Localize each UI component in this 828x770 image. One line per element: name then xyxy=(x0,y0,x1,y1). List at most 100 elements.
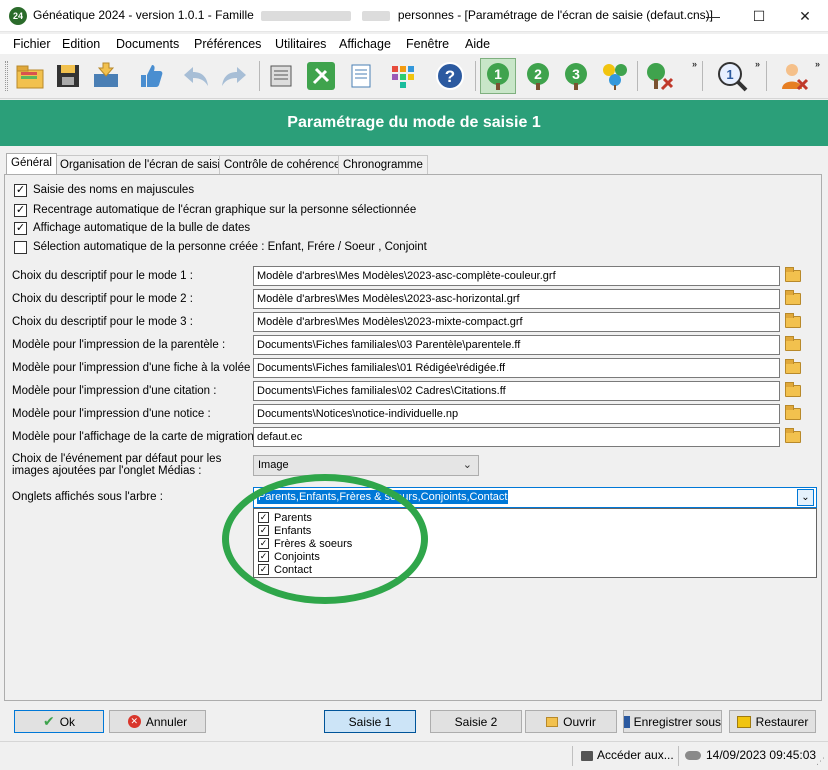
open-folder-icon[interactable] xyxy=(12,58,48,94)
tree-tools-icon[interactable] xyxy=(641,58,677,94)
menu-bar: Fichier Edition Documents Préférences Ut… xyxy=(0,34,828,54)
open-button[interactable]: Ouvrir xyxy=(525,710,617,733)
folder-browse-icon[interactable] xyxy=(783,427,803,447)
toolbar-overflow-chevron[interactable]: » xyxy=(692,59,697,69)
menu-edition[interactable]: Edition xyxy=(62,37,100,51)
checkbox-box[interactable]: ✓ xyxy=(258,551,269,562)
tree-mode-2-icon[interactable]: 2 xyxy=(520,58,556,94)
cancel-button[interactable]: ✕ Annuler xyxy=(109,710,206,733)
tools-icon[interactable] xyxy=(303,58,339,94)
menu-utilitaires[interactable]: Utilitaires xyxy=(275,37,326,51)
tab-chronogramme[interactable]: Chronogramme xyxy=(338,155,428,174)
tree-tabs-value: Parents,Enfants,Frères & soeurs,Conjoint… xyxy=(257,490,509,504)
option-enfants[interactable]: ✓ Enfants xyxy=(258,524,311,537)
checkbox-box[interactable]: ✓ xyxy=(258,525,269,536)
saisie2-button[interactable]: Saisie 2 xyxy=(430,710,522,733)
restore-button[interactable]: Restaurer xyxy=(729,710,816,733)
help-icon[interactable]: ? xyxy=(432,58,468,94)
folder-browse-icon[interactable] xyxy=(783,381,803,401)
descriptif-mode1-input[interactable]: Modèle d'arbres\Mes Modèles\2023-asc-com… xyxy=(253,266,780,286)
tree-tabs-combo[interactable]: Parents,Enfants,Frères & soeurs,Conjoint… xyxy=(253,487,817,508)
field-label-mode3: Choix du descriptif pour le mode 3 : xyxy=(12,316,193,328)
menu-affichage[interactable]: Affichage xyxy=(339,37,391,51)
descriptif-mode2-input[interactable]: Modèle d'arbres\Mes Modèles\2023-asc-hor… xyxy=(253,289,780,309)
folder-browse-icon[interactable] xyxy=(783,335,803,355)
tab-general[interactable]: Général xyxy=(6,153,57,174)
toolbar-overflow-chevron[interactable]: » xyxy=(755,59,760,69)
checkbox-box[interactable]: ✓ xyxy=(14,203,27,217)
checkbox-box[interactable]: ✓ xyxy=(258,564,269,575)
citation-template-input[interactable]: Documents\Fiches familiales\02 Cadres\Ci… xyxy=(253,381,780,401)
tree-mode-2-number: 2 xyxy=(534,66,542,82)
toolbar-overflow-chevron[interactable]: » xyxy=(815,59,820,69)
folder-browse-icon[interactable] xyxy=(783,289,803,309)
notice-template-input[interactable]: Documents\Notices\notice-individuelle.np xyxy=(253,404,780,424)
checkbox-box[interactable]: ✓ xyxy=(14,221,27,235)
menu-preferences[interactable]: Préférences xyxy=(194,37,261,51)
folder-browse-icon[interactable] xyxy=(783,266,803,286)
checkbox-auto-recenter[interactable]: ✓ Recentrage automatique de l'écran grap… xyxy=(14,202,416,218)
option-parents[interactable]: ✓ Parents xyxy=(258,511,312,524)
menu-aide[interactable]: Aide xyxy=(465,37,490,51)
ok-button[interactable]: ✔ Ok xyxy=(14,710,104,733)
option-conjoints[interactable]: ✓ Conjoints xyxy=(258,550,320,563)
title-bar: 24 Généatique 2024 - version 1.0.1 - Fam… xyxy=(0,0,828,32)
toolbar-separator xyxy=(475,61,476,91)
folder-browse-icon[interactable] xyxy=(783,312,803,332)
checkbox-auto-select-created[interactable]: Sélection automatique de la personne cré… xyxy=(14,239,427,255)
status-access[interactable]: Accéder aux... xyxy=(581,748,674,762)
option-label: Contact xyxy=(274,563,312,576)
checkbox-uppercase-names[interactable]: ✓ Saisie des noms en majuscules xyxy=(14,182,194,198)
checkbox-box[interactable]: ✓ xyxy=(14,183,27,197)
checkbox-label: Recentrage automatique de l'écran graphi… xyxy=(33,204,417,216)
checkbox-label: Saisie des noms en majuscules xyxy=(33,184,195,196)
parentele-template-input[interactable]: Documents\Fiches familiales\03 Parentèle… xyxy=(253,335,780,355)
print-icon[interactable] xyxy=(263,58,299,94)
status-divider xyxy=(572,746,573,766)
fiche-template-input[interactable]: Documents\Fiches familiales\01 Rédigée\r… xyxy=(253,358,780,378)
chevron-down-icon[interactable]: ⌄ xyxy=(797,489,814,506)
app-logo-icon: 24 xyxy=(9,7,27,25)
menu-fichier[interactable]: Fichier xyxy=(13,37,51,51)
media-event-select[interactable]: Image ⌄ xyxy=(253,455,479,476)
tree-mode-3-icon[interactable]: 3 xyxy=(558,58,594,94)
migration-map-input[interactable]: defaut.ec xyxy=(253,427,780,447)
tab-coherence[interactable]: Contrôle de cohérence xyxy=(219,155,346,174)
thumbs-up-icon[interactable] xyxy=(132,58,168,94)
checkbox-date-bubble[interactable]: ✓ Affichage automatique de la bulle de d… xyxy=(14,220,250,236)
save-as-button[interactable]: Enregistrer sous xyxy=(623,710,722,733)
saisie1-button[interactable]: Saisie 1 xyxy=(324,710,416,733)
export-icon[interactable] xyxy=(88,58,124,94)
checkbox-box[interactable]: ✓ xyxy=(258,538,269,549)
media-event-label: Choix de l'événement par défaut pour les… xyxy=(12,453,221,477)
page-title: Paramétrage du mode de saisie 1 xyxy=(0,100,828,146)
checkbox-box[interactable] xyxy=(14,240,27,254)
save-disk-icon xyxy=(624,715,630,728)
toolbar-grip[interactable] xyxy=(5,61,8,91)
field-label-mode2: Choix du descriptif pour le mode 2 : xyxy=(12,293,193,305)
media-event-label-line2: images ajoutées par l'onglet Médias : xyxy=(12,465,202,477)
palette-icon[interactable] xyxy=(385,58,421,94)
tree-group-icon[interactable] xyxy=(597,58,633,94)
minimize-button[interactable]: — xyxy=(690,0,736,32)
menu-documents[interactable]: Documents xyxy=(116,37,179,51)
option-freres-soeurs[interactable]: ✓ Frères & soeurs xyxy=(258,537,352,550)
document-icon[interactable] xyxy=(343,58,379,94)
menu-fenetre[interactable]: Fenêtre xyxy=(406,37,449,51)
maximize-button[interactable]: ☐ xyxy=(736,0,782,32)
tab-organisation[interactable]: Organisation de l'écran de saisie xyxy=(55,155,232,174)
checkbox-box[interactable]: ✓ xyxy=(258,512,269,523)
tree-mode-1-icon[interactable]: 1 xyxy=(480,58,516,94)
folder-browse-icon[interactable] xyxy=(783,404,803,424)
search-mode-icon[interactable]: 1 xyxy=(714,58,750,94)
option-contact[interactable]: ✓ Contact xyxy=(258,563,312,576)
descriptif-mode3-input[interactable]: Modèle d'arbres\Mes Modèles\2023-mixte-c… xyxy=(253,312,780,332)
close-button[interactable]: ✕ xyxy=(782,0,828,32)
chevron-down-icon: ⌄ xyxy=(462,459,472,471)
search-mode-number: 1 xyxy=(726,67,733,82)
folder-browse-icon[interactable] xyxy=(783,358,803,378)
field-label-citation: Modèle pour l'impression d'une citation … xyxy=(12,385,217,397)
resize-grip[interactable]: ⋰ xyxy=(816,756,825,767)
save-disk-icon[interactable] xyxy=(50,58,86,94)
user-delete-icon[interactable] xyxy=(776,58,812,94)
